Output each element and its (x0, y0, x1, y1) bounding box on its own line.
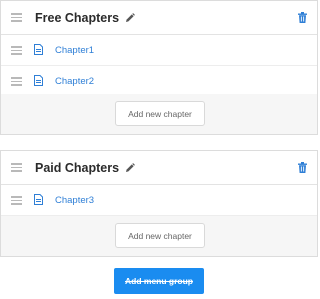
group-footer: Add new chapter (1, 216, 317, 256)
group-title-container: Paid Chapters (35, 161, 135, 175)
pencil-icon[interactable] (125, 12, 135, 23)
menu-group-paid: Paid Chapters Chapter3 Add new chapter (0, 150, 318, 257)
chapter-row: Chapter1 (1, 35, 317, 66)
drag-handle-icon[interactable] (11, 46, 22, 55)
group-title: Free Chapters (35, 10, 120, 25)
menu-group-free: Free Chapters Chapter1 Chapter2 Add new … (0, 0, 318, 135)
trash-icon[interactable] (298, 12, 307, 23)
document-icon (34, 75, 43, 86)
pencil-icon[interactable] (125, 162, 135, 173)
group-footer: Add new chapter (1, 94, 317, 134)
add-new-chapter-button[interactable]: Add new chapter (115, 101, 205, 126)
chapter-row: Chapter3 (1, 185, 317, 216)
chapter-link[interactable]: Chapter3 (55, 195, 94, 206)
drag-handle-icon[interactable] (11, 196, 22, 205)
group-header: Paid Chapters (1, 151, 317, 185)
drag-handle-icon[interactable] (11, 77, 22, 86)
trash-icon[interactable] (298, 162, 307, 173)
group-title: Paid Chapters (35, 160, 120, 175)
add-menu-group-button[interactable]: Add menu group (114, 268, 204, 294)
chapter-link[interactable]: Chapter2 (55, 76, 94, 87)
document-icon (34, 194, 43, 205)
document-icon (34, 44, 43, 55)
drag-handle-icon[interactable] (11, 13, 22, 22)
chapter-link[interactable]: Chapter1 (55, 45, 94, 56)
group-title-container: Free Chapters (35, 11, 135, 25)
drag-handle-icon[interactable] (11, 163, 22, 172)
add-new-chapter-button[interactable]: Add new chapter (115, 223, 205, 248)
chapter-row: Chapter2 (1, 66, 317, 97)
group-header: Free Chapters (1, 1, 317, 35)
